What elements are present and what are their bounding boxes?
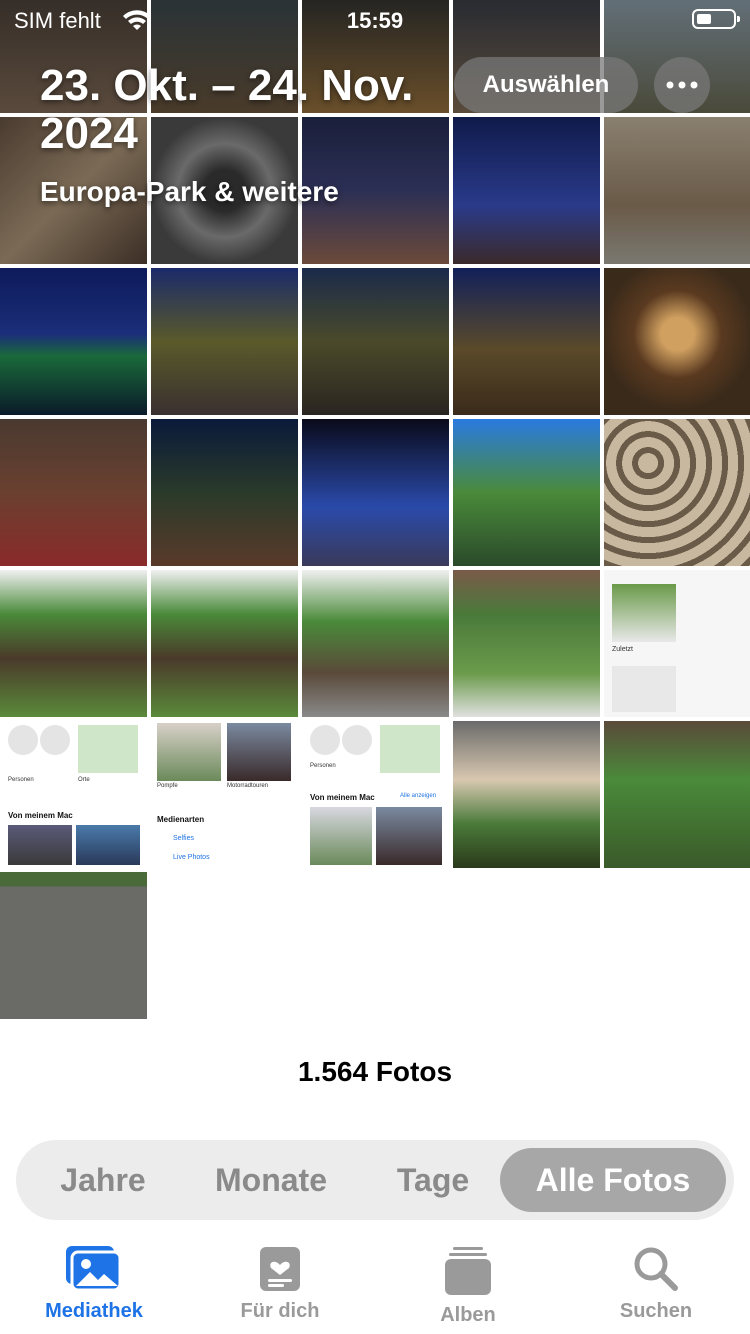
photo-thumbnail[interactable]: Zuletzt: [604, 570, 750, 717]
photo-thumbnail[interactable]: [453, 721, 600, 868]
album-preview: [157, 723, 221, 781]
more-button[interactable]: [654, 57, 710, 113]
map-preview: [78, 725, 138, 773]
widget-text: Zuletzt: [612, 646, 634, 653]
segment-years[interactable]: Jahre: [28, 1140, 178, 1220]
photo-count: 1.564 Fotos: [297, 1056, 453, 1087]
tab-fuer-dich[interactable]: Für dich: [200, 1244, 360, 1323]
view-segmented-control: Jahre Monate Tage Alle Fotos: [16, 1140, 734, 1220]
select-button[interactable]: Auswählen: [454, 57, 638, 113]
segment-days[interactable]: Tage: [366, 1140, 500, 1220]
widget-text: Pompfe: [157, 783, 178, 789]
photo-thumbnail[interactable]: [604, 268, 750, 415]
albums-icon: [445, 1247, 491, 1295]
photo-thumbnail[interactable]: [151, 570, 298, 717]
widget-text: Von meinem Mac: [8, 811, 73, 820]
ellipsis-icon: [666, 81, 698, 89]
album-preview: [227, 723, 291, 781]
photo-thumbnail[interactable]: Personen Von meinem Mac Alle anzeigen: [302, 721, 449, 868]
photo-thumbnail[interactable]: [453, 268, 600, 415]
widget-text: Medienarten: [157, 815, 205, 824]
photo-thumbnail[interactable]: Personen Orte Von meinem Mac: [0, 721, 147, 868]
mac-photo: [8, 825, 72, 865]
segment-all-photos[interactable]: Alle Fotos: [500, 1148, 726, 1212]
segment-months[interactable]: Monate: [186, 1140, 356, 1220]
photo-thumbnail[interactable]: Pompfe Motorradtouren Medienarten Selfie…: [151, 721, 298, 868]
tab-label: Mediathek: [45, 1300, 143, 1322]
for-you-icon: [260, 1247, 300, 1291]
widget-text: Von meinem Mac: [310, 793, 375, 802]
photo-thumbnail[interactable]: [302, 419, 449, 566]
widget-text: Live Photos: [173, 854, 210, 861]
search-icon: [634, 1247, 678, 1291]
widget-text: Motorradtouren: [227, 783, 269, 789]
person-circle: [310, 725, 340, 755]
tab-label: Alben: [440, 1304, 496, 1326]
tab-alben[interactable]: Alben: [388, 1244, 548, 1327]
map-preview: [380, 725, 440, 773]
page-subtitle: Europa-Park & weitere: [40, 176, 339, 207]
page-title: 23. Okt. – 24. Nov. 2024: [40, 61, 414, 158]
photo-thumbnail[interactable]: [453, 419, 600, 566]
photo-thumbnail[interactable]: [0, 570, 147, 717]
photo-thumbnail[interactable]: [604, 117, 750, 264]
photo-thumbnail[interactable]: [302, 570, 449, 717]
tab-label: Suchen: [619, 1300, 693, 1322]
album-preview: [612, 584, 676, 642]
album-placeholder: [612, 666, 676, 712]
widget-text: Alle anzeigen: [400, 793, 437, 799]
photo-thumbnail[interactable]: [302, 268, 449, 415]
widget-text: Personen: [8, 777, 34, 783]
photo-thumbnail[interactable]: [0, 419, 147, 566]
photo-thumbnail[interactable]: [0, 268, 147, 415]
clock: 15:59: [346, 8, 404, 33]
widget-text: Orte: [78, 777, 90, 783]
person-circle: [40, 725, 70, 755]
tab-suchen[interactable]: Suchen: [576, 1244, 736, 1323]
photo-thumbnail[interactable]: [0, 872, 147, 1019]
widget-text: Selfies: [173, 835, 195, 842]
photo-library-icon: [66, 1246, 122, 1292]
mac-photo: [310, 807, 372, 865]
mac-photo: [76, 825, 140, 865]
tab-label: Für dich: [240, 1300, 320, 1322]
tab-mediathek[interactable]: Mediathek: [14, 1244, 174, 1323]
mac-photo: [376, 807, 442, 865]
photo-thumbnail[interactable]: [151, 419, 298, 566]
photo-thumbnail[interactable]: [453, 117, 600, 264]
person-circle: [342, 725, 372, 755]
person-circle: [8, 725, 38, 755]
widget-text: Personen: [310, 763, 336, 769]
photo-thumbnail[interactable]: [453, 570, 600, 717]
photo-thumbnail[interactable]: [151, 268, 298, 415]
status-bar: SIM fehlt 15:59: [0, 0, 750, 40]
photo-thumbnail[interactable]: [604, 721, 750, 868]
battery-icon: [692, 9, 740, 29]
photo-thumbnail[interactable]: [604, 419, 750, 566]
